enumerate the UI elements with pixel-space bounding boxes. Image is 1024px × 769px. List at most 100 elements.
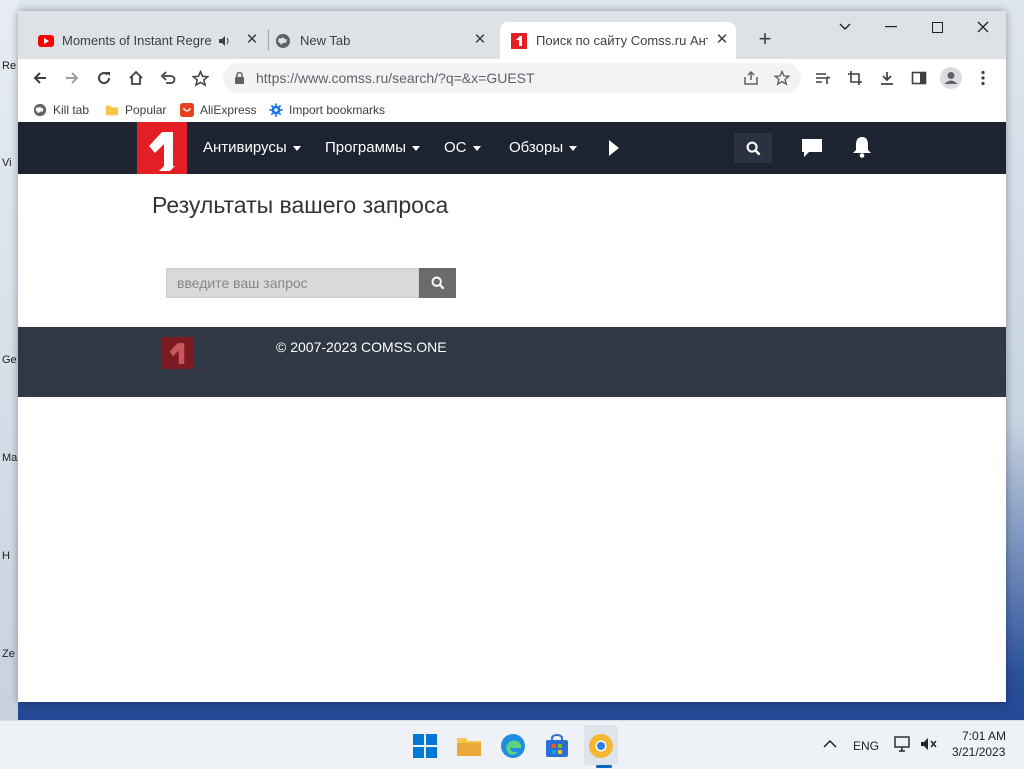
desktop-icon-label[interactable]: Vi — [2, 157, 12, 169]
store-icon[interactable] — [544, 733, 570, 759]
comss-icon — [511, 32, 527, 49]
nav-search-button[interactable] — [734, 133, 772, 163]
bookmark-label: Kill tab — [53, 103, 90, 117]
volume-muted-icon[interactable] — [920, 736, 938, 752]
clock-date[interactable]: 3/21/2023 — [952, 745, 1005, 759]
clock-time[interactable]: 7:01 AM — [962, 729, 1006, 743]
audio-playing-icon[interactable] — [218, 35, 230, 47]
language-indicator[interactable]: ENG — [853, 739, 879, 753]
share-icon[interactable] — [743, 70, 759, 86]
home-button[interactable] — [122, 64, 150, 92]
profile-button[interactable] — [937, 64, 965, 92]
tab-separator — [268, 30, 269, 50]
menu-button[interactable] — [969, 64, 997, 92]
chevron-down-icon — [839, 23, 851, 30]
tab-new-tab[interactable]: New Tab ✕ — [270, 22, 494, 59]
nav-label: ОС — [444, 139, 467, 156]
chrome-canary-icon[interactable] — [588, 733, 614, 759]
desktop-icon-label[interactable]: Re — [2, 60, 16, 72]
star-icon[interactable] — [774, 70, 790, 86]
bookmark-label: Popular — [125, 103, 167, 117]
undo-icon — [160, 71, 176, 84]
tab-close-icon[interactable]: ✕ — [244, 32, 260, 48]
tab-youtube[interactable]: Moments of Instant Regret C ✕ — [30, 22, 266, 59]
close-icon — [977, 21, 989, 33]
downloads-button[interactable] — [873, 64, 901, 92]
bookmark-star-button[interactable] — [186, 64, 214, 92]
nav-label: Обзоры — [509, 139, 564, 156]
tab-strip: Moments of Instant Regret C ✕ New Tab ✕ … — [18, 11, 1006, 59]
maximize-button[interactable] — [914, 11, 960, 43]
file-explorer-icon[interactable] — [456, 733, 482, 759]
comss-logo-icon — [169, 343, 185, 365]
download-icon — [881, 72, 893, 85]
desktop-icon-label[interactable]: Ma — [2, 452, 17, 464]
side-panel-icon — [911, 71, 927, 85]
search-input[interactable] — [166, 268, 419, 298]
bookmark-aliexpress[interactable]: AliExpress — [180, 103, 257, 117]
gear-icon — [269, 103, 283, 117]
bookmark-import[interactable]: Import bookmarks — [269, 103, 385, 117]
crop-extension-button[interactable] — [841, 64, 869, 92]
crop-icon — [848, 71, 862, 85]
bookmark-popular[interactable]: Popular — [105, 103, 166, 117]
reading-list-button[interactable] — [809, 64, 837, 92]
minimize-button[interactable] — [868, 11, 914, 43]
bookmark-kill-tab[interactable]: Kill tab — [33, 103, 89, 117]
browser-window: Moments of Instant Regret C ✕ New Tab ✕ … — [18, 11, 1006, 702]
bell-icon[interactable] — [852, 136, 872, 158]
nav-programs[interactable]: Программы — [325, 139, 421, 156]
chat-icon[interactable] — [801, 138, 823, 158]
caret-down-icon — [472, 145, 481, 151]
youtube-icon — [38, 34, 54, 47]
minimize-icon — [885, 26, 897, 28]
monitor-icon[interactable] — [894, 736, 912, 752]
search-icon — [431, 276, 444, 290]
bookmark-label: AliExpress — [200, 103, 257, 117]
footer-logo[interactable] — [161, 337, 194, 369]
arrow-right-icon — [66, 72, 79, 84]
url-text[interactable]: https://www.comss.ru/search/?q=&x=GUEST — [256, 70, 535, 86]
undo-button[interactable] — [154, 64, 182, 92]
tab-title: Поиск по сайту Comss.ru Антив — [536, 33, 708, 48]
start-icon[interactable] — [412, 733, 438, 759]
site-logo[interactable] — [137, 122, 187, 174]
maximize-icon — [931, 21, 943, 33]
caret-down-icon — [292, 145, 301, 151]
desktop-icon-label[interactable]: Ge — [2, 354, 17, 366]
tab-comss-search[interactable]: Поиск по сайту Comss.ru Антив ✕ — [500, 22, 736, 59]
reload-button[interactable] — [90, 64, 118, 92]
play-icon[interactable] — [608, 139, 620, 157]
side-panel-button[interactable] — [905, 64, 933, 92]
desktop: Re Vi Ge Ma H Ze — [0, 0, 18, 720]
search-submit-button[interactable] — [419, 268, 456, 298]
caret-down-icon — [412, 145, 421, 151]
close-window-button[interactable] — [960, 11, 1006, 43]
page-title: Результаты вашего запроса — [152, 192, 449, 218]
forward-button[interactable] — [58, 64, 86, 92]
edge-icon[interactable] — [500, 733, 526, 759]
nav-os[interactable]: ОС — [444, 139, 481, 156]
nav-label: Антивирусы — [203, 139, 287, 156]
browser-toolbar: https://www.comss.ru/search/?q=&x=GUEST — [18, 59, 1006, 97]
search-icon — [746, 141, 760, 155]
address-bar[interactable]: https://www.comss.ru/search/?q=&x=GUEST — [223, 63, 801, 93]
new-tab-button[interactable]: + — [751, 26, 779, 54]
playlist-icon — [816, 73, 831, 84]
tab-close-icon[interactable]: ✕ — [472, 32, 488, 48]
desktop-icon-label[interactable]: Ze — [2, 648, 15, 660]
tab-title: New Tab — [300, 33, 351, 48]
caret-down-icon — [569, 145, 578, 151]
chevron-up-icon[interactable] — [823, 739, 837, 748]
nav-reviews[interactable]: Обзоры — [509, 139, 578, 156]
lock-icon[interactable] — [234, 71, 245, 85]
desktop-icon-label[interactable]: H — [2, 550, 10, 562]
aliexpress-icon — [180, 103, 194, 117]
nav-antiviruses[interactable]: Антивирусы — [203, 139, 301, 156]
tab-search-button[interactable] — [822, 11, 868, 43]
globe-icon — [276, 33, 290, 48]
tab-close-icon[interactable]: ✕ — [714, 32, 730, 48]
back-button[interactable] — [26, 64, 54, 92]
avatar-icon — [940, 67, 962, 89]
tab-title: Moments of Instant Regret C — [62, 33, 212, 48]
